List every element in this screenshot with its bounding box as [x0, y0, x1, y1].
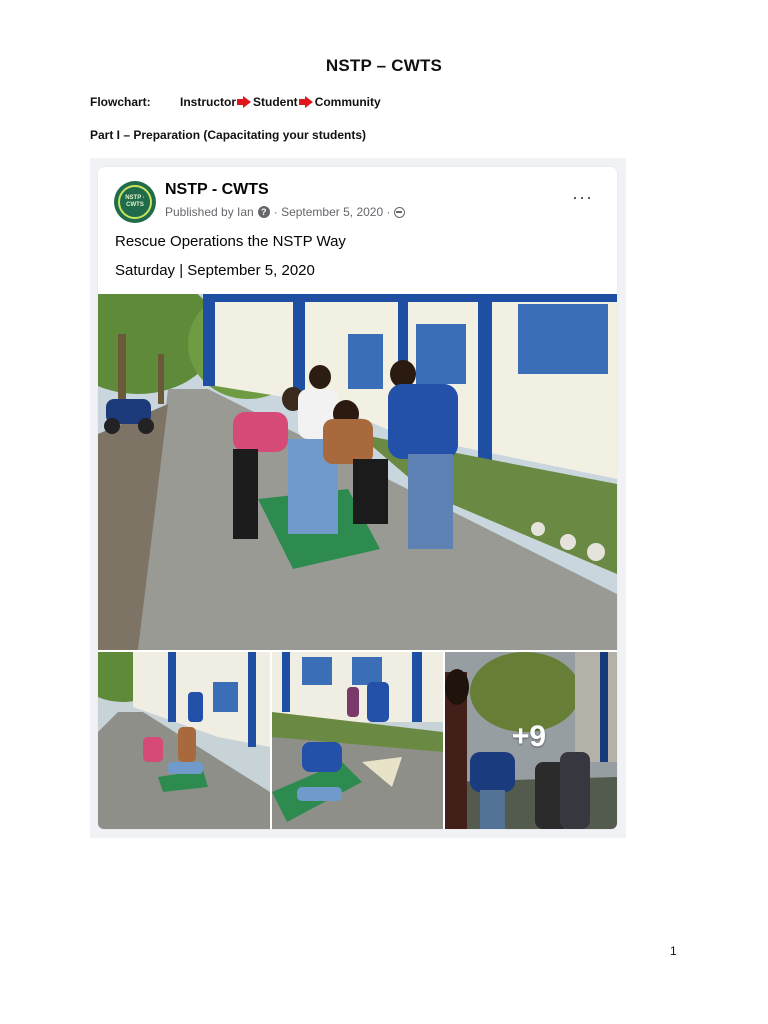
facebook-post-card: NSTP · CWTS NSTP - CWTS Published by Ian…	[98, 167, 617, 829]
page-avatar[interactable]: NSTP · CWTS	[114, 181, 156, 223]
post-text-line1: Rescue Operations the NSTP Way	[115, 233, 346, 250]
photo-thumbnails: +9	[98, 652, 617, 829]
thumbnail-photo-3[interactable]: +9	[445, 652, 617, 829]
page-name-link[interactable]: NSTP - CWTS	[165, 181, 269, 199]
more-photos-count[interactable]: +9	[445, 720, 615, 754]
avatar-logo-text: NSTP · CWTS	[118, 185, 152, 219]
post-text-line2: Saturday | September 5, 2020	[115, 262, 315, 279]
flow-step-student: Student	[253, 95, 298, 109]
post-screenshot: NSTP · CWTS NSTP - CWTS Published by Ian…	[90, 158, 626, 838]
flow-step-instructor: Instructor	[180, 95, 237, 109]
published-by: Published by Ian	[165, 205, 254, 219]
flow-step-community: Community	[314, 95, 381, 109]
page-number: 1	[670, 944, 677, 958]
main-photo[interactable]	[98, 294, 617, 650]
right-arrow-icon	[298, 96, 313, 108]
post-meta: Published by Ian ? · September 5, 2020 ·	[165, 205, 406, 219]
flowchart-label: Flowchart:	[90, 95, 151, 109]
globe-icon	[394, 206, 406, 218]
thumbnail-photo-2[interactable]	[272, 652, 443, 829]
post-date[interactable]: · September 5, 2020 ·	[274, 205, 391, 219]
flowchart-line: Flowchart: Instructor Student Community	[90, 95, 381, 109]
question-icon[interactable]: ?	[257, 206, 270, 218]
right-arrow-icon	[237, 96, 252, 108]
more-options-button[interactable]: ···	[572, 187, 593, 208]
part-heading: Part I – Preparation (Capacitating your …	[90, 128, 367, 142]
thumbnail-photo-1[interactable]	[98, 652, 270, 829]
document-title: NSTP – CWTS	[325, 56, 443, 75]
